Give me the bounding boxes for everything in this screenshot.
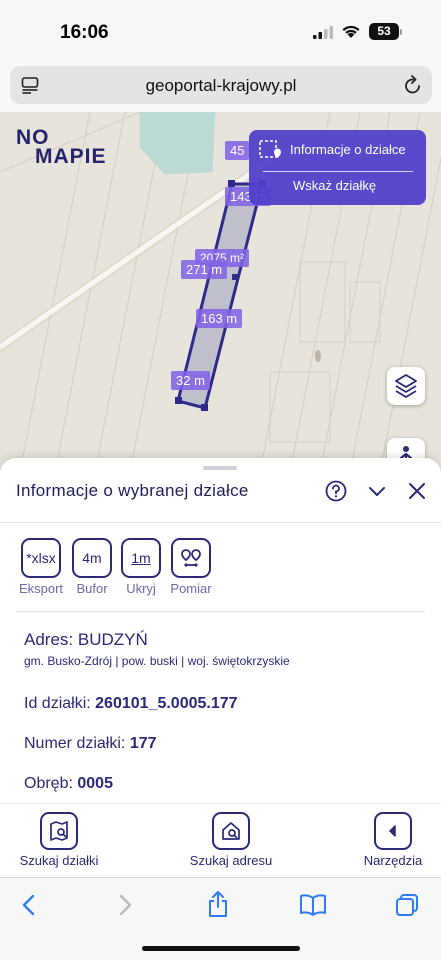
address-subline: gm. Busko-Zdrój | pow. buski | woj. świę… bbox=[24, 654, 290, 668]
nav-search-address[interactable]: Szukaj adresu bbox=[186, 812, 276, 868]
close-icon[interactable] bbox=[406, 480, 428, 502]
address-value: BUDZYŃ bbox=[77, 630, 148, 649]
precinct-value: 0005 bbox=[77, 775, 113, 792]
tool-export-label: Eksport bbox=[18, 581, 64, 596]
map-search-glyph bbox=[50, 821, 68, 841]
reload-icon[interactable] bbox=[404, 75, 422, 95]
tabs-icon[interactable] bbox=[394, 892, 420, 918]
url-text: geoportal-krajowy.pl bbox=[145, 76, 297, 95]
nav-search-address-label: Szukaj adresu bbox=[189, 853, 273, 868]
header-divider bbox=[0, 522, 441, 523]
tool-export[interactable]: *xlsx Eksport bbox=[16, 538, 66, 596]
nav-tools-label: Narzędzia bbox=[363, 853, 423, 868]
popup-divider bbox=[263, 171, 413, 172]
map-view[interactable]: NO MAPIE 45 143 m 2075 m² 271 m 163 m 32… bbox=[0, 112, 441, 472]
layers-icon bbox=[395, 374, 417, 398]
address-row: Adres: BUDZYŃ bbox=[24, 630, 148, 650]
popup-show-parcel-link[interactable]: Wskaż działkę bbox=[293, 178, 376, 193]
wifi-icon bbox=[342, 25, 360, 38]
tool-buffer-label: Bufor bbox=[76, 581, 108, 596]
home-search-icon bbox=[212, 812, 250, 850]
browser-address-area: geoportal-krajowy.pl bbox=[0, 62, 441, 112]
home-search-glyph bbox=[222, 822, 240, 840]
share-icon[interactable] bbox=[206, 890, 230, 918]
popup-info-link[interactable]: Informacje o działce bbox=[290, 142, 406, 157]
battery-tip bbox=[400, 29, 402, 35]
measurement-label: 32 m bbox=[171, 371, 210, 390]
tool-measure-label: Pomiar bbox=[170, 581, 212, 596]
parcel-select-icon bbox=[259, 140, 281, 158]
tools-toggle-icon bbox=[374, 812, 412, 850]
tool-buffer[interactable]: 4m Bufor bbox=[72, 538, 112, 596]
bookmarks-icon[interactable] bbox=[299, 892, 327, 918]
parcel-id-value: 260101_5.0005.177 bbox=[95, 695, 238, 712]
sheet-title: Informacje o wybranej działce bbox=[16, 481, 249, 500]
map-popup: Informacje o działce Wskaż działkę bbox=[249, 130, 426, 205]
cellular-signal-icon bbox=[313, 26, 333, 39]
bottom-nav: Szukaj działki Szukaj adresu Narzędzia bbox=[0, 803, 441, 877]
logo-line2: MAPIE bbox=[35, 145, 107, 168]
tool-hide-label: Ukryj bbox=[126, 581, 156, 596]
battery-icon: 53 bbox=[369, 23, 399, 40]
help-icon[interactable] bbox=[325, 480, 347, 502]
hide-dimension-icon: 1m bbox=[121, 538, 161, 578]
measurement-label: 163 m bbox=[196, 309, 243, 328]
status-time: 16:06 bbox=[60, 22, 109, 43]
address-label: Adres: bbox=[24, 630, 74, 649]
parcel-number-value: 177 bbox=[129, 735, 157, 752]
parcel-id-label: Id działki: bbox=[24, 695, 91, 712]
measure-pins-icon bbox=[181, 549, 201, 567]
measurement-label: 271 m bbox=[181, 260, 228, 279]
export-xlsx-icon: *xlsx bbox=[21, 538, 61, 578]
tool-measure[interactable]: Pomiar bbox=[168, 538, 214, 596]
chevron-down-icon[interactable] bbox=[366, 480, 388, 502]
parcel-id-row: Id działki: 260101_5.0005.177 bbox=[24, 695, 238, 713]
forward-icon[interactable] bbox=[114, 892, 136, 918]
tools-divider bbox=[16, 611, 425, 612]
nav-tools[interactable]: Narzędzia bbox=[355, 812, 431, 868]
caret-left-icon bbox=[389, 825, 396, 837]
nav-search-parcel-label: Szukaj działki bbox=[19, 853, 99, 868]
parcel-info-sheet: Informacje o wybranej działce *xlsx Eksp… bbox=[0, 458, 441, 803]
layers-button[interactable] bbox=[387, 367, 425, 405]
app-logo[interactable]: NO MAPIE bbox=[16, 127, 107, 168]
nav-search-parcel[interactable]: Szukaj działki bbox=[14, 812, 104, 868]
map-search-icon bbox=[40, 812, 78, 850]
sheet-drag-handle[interactable] bbox=[203, 466, 237, 470]
status-bar: 16:06 53 bbox=[0, 0, 441, 62]
home-indicator bbox=[142, 946, 300, 951]
parcel-number-row: Numer działki: 177 bbox=[24, 735, 157, 753]
address-bar[interactable]: geoportal-krajowy.pl bbox=[10, 66, 432, 104]
parcel-number-label: Numer działki: bbox=[24, 735, 126, 752]
measurement-label: 45 bbox=[225, 141, 250, 160]
pin-pair-icon bbox=[171, 538, 211, 578]
precinct-row: Obręb: 0005 bbox=[24, 775, 113, 793]
buffer-icon: 4m bbox=[72, 538, 112, 578]
tool-hide[interactable]: 1m Ukryj bbox=[120, 538, 162, 596]
precinct-label: Obręb: bbox=[24, 775, 73, 792]
back-icon[interactable] bbox=[18, 892, 40, 918]
